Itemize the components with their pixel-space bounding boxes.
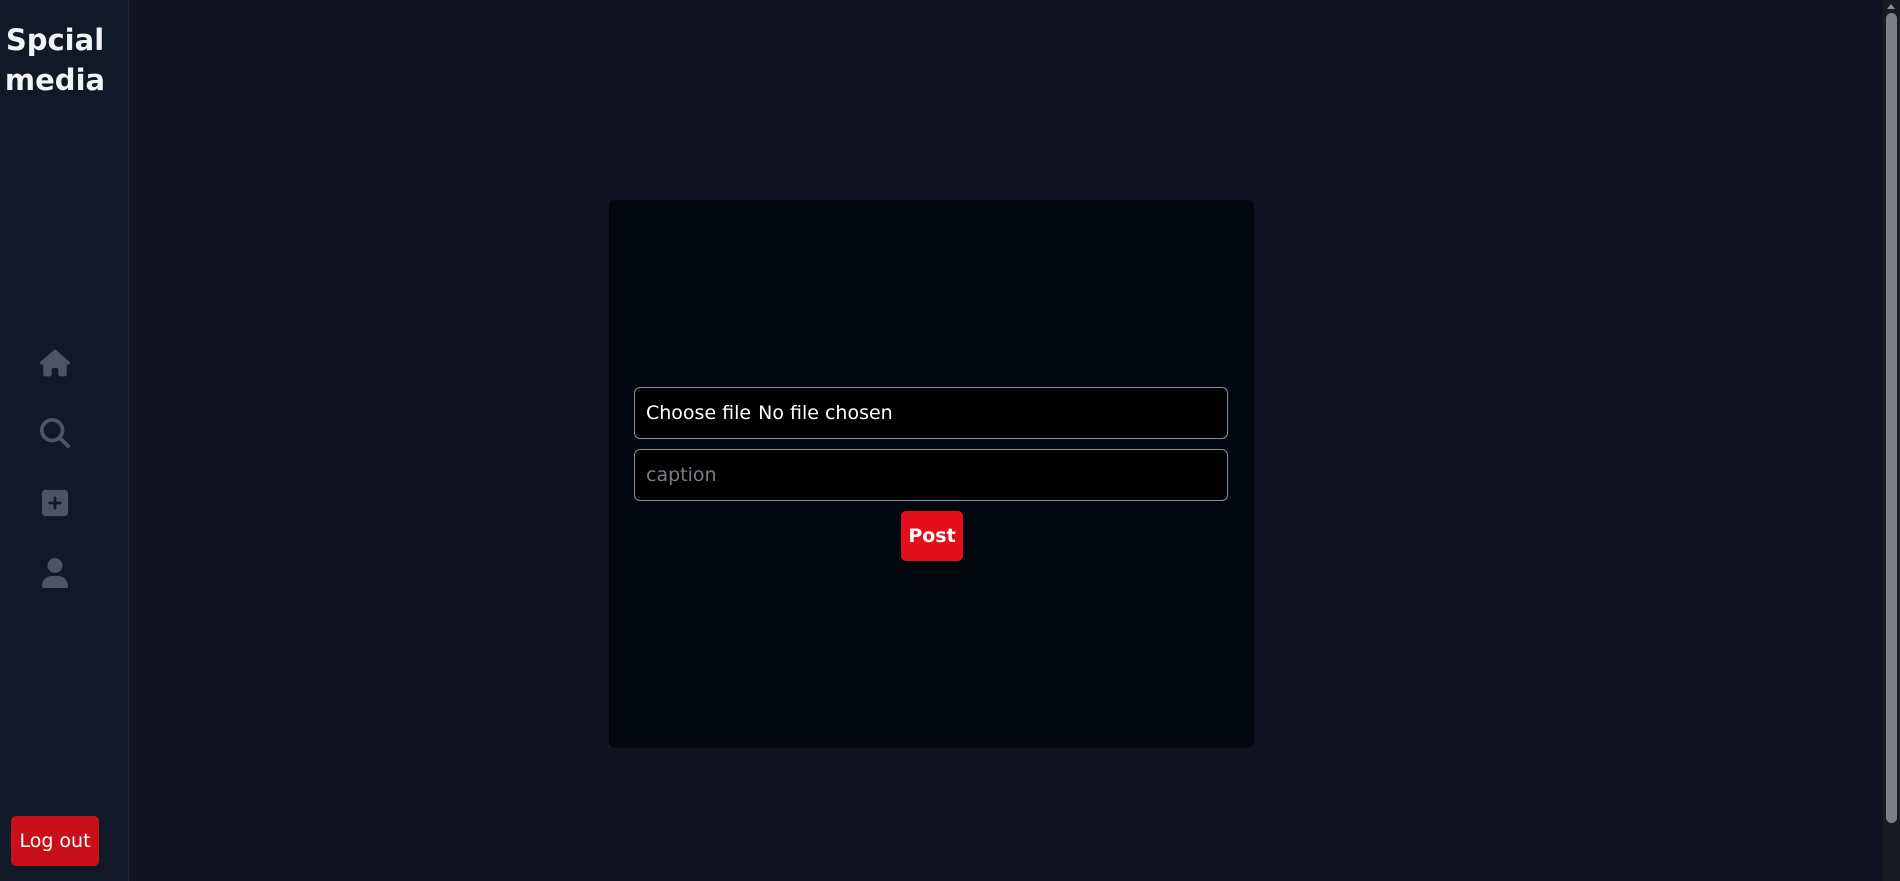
plus-square-icon bbox=[41, 489, 69, 517]
brand-title: Spcial media bbox=[4, 23, 106, 97]
choose-file-label: Choose file bbox=[646, 402, 752, 424]
nav-search[interactable] bbox=[0, 398, 110, 468]
nav-create[interactable] bbox=[0, 468, 110, 538]
new-post-card: Choose file No file chosen Post bbox=[609, 200, 1254, 748]
scrollbar-thumb[interactable] bbox=[1886, 13, 1897, 823]
sidebar: Spcial media Log out bbox=[0, 0, 129, 881]
scroll-up-arrow-icon[interactable] bbox=[1887, 4, 1895, 9]
vertical-scrollbar[interactable] bbox=[1883, 0, 1900, 881]
file-status: No file chosen bbox=[758, 402, 893, 424]
caption-input[interactable] bbox=[634, 449, 1228, 501]
logout-button[interactable]: Log out bbox=[11, 816, 99, 866]
nav-home[interactable] bbox=[0, 328, 110, 398]
nav-profile[interactable] bbox=[0, 538, 110, 608]
search-icon bbox=[40, 418, 70, 448]
user-icon bbox=[41, 558, 69, 588]
post-button[interactable]: Post bbox=[901, 511, 963, 561]
app-root: Spcial media Log out Choose file No file… bbox=[0, 0, 1900, 881]
sidebar-nav bbox=[0, 328, 110, 608]
file-input[interactable]: Choose file No file chosen bbox=[634, 387, 1228, 439]
home-icon bbox=[40, 349, 70, 377]
